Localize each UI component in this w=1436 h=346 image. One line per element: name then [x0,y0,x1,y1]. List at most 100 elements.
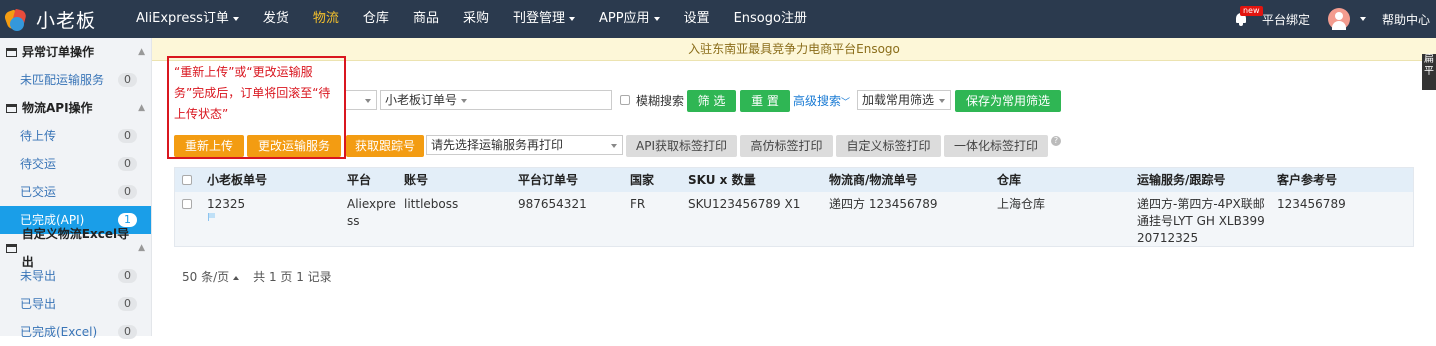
sidebar-item-exported[interactable]: 已导出 0 [0,290,151,318]
col-carrier[interactable]: 物流商/物流单号 [829,168,917,192]
nav-products[interactable]: 商品 [401,0,451,38]
sidebar-item-delivered[interactable]: 已交运 0 [0,178,151,206]
load-filter-select[interactable]: 加载常用筛选 [857,90,951,110]
flag-icon[interactable] [208,213,215,221]
table-row[interactable]: 12325 Aliexpress littleboss 987654321 FR… [175,192,1413,246]
sidebar-item-completed-excel[interactable]: 已完成(Excel) 0 [0,318,151,346]
col-order-no[interactable]: 小老板单号 [207,168,267,192]
fuzzy-search-checkbox[interactable] [620,95,630,105]
nav-apps[interactable]: APP应用 [587,0,672,38]
print-service-select[interactable]: 请先选择运输服务再打印 [426,135,623,155]
col-sku-qty[interactable]: SKU x 数量 [688,168,756,192]
cell-platform-order: 987654321 [518,197,587,211]
chevron-up-icon: ▲ [138,103,145,113]
advanced-search-link[interactable]: 高级搜索﹀ [793,92,850,109]
orders-table: 小老板单号 平台 账号 平台订单号 国家 SKU x 数量 物流商/物流单号 仓… [174,167,1414,247]
nav-warehouse[interactable]: 仓库 [351,0,401,38]
row-checkbox[interactable] [182,199,192,209]
logo-icon [3,7,30,33]
count-badge: 0 [118,157,137,171]
col-service[interactable]: 运输服务/跟踪号 [1137,168,1225,192]
count-badge: 0 [118,297,137,311]
nav-listing[interactable]: 刊登管理 [501,0,587,38]
sidebar-item-pending-upload[interactable]: 待上传 0 [0,122,151,150]
nav-logistics[interactable]: 物流 [301,0,351,38]
chevron-down-icon [461,98,468,103]
table-header: 小老板单号 平台 账号 平台订单号 国家 SKU x 数量 物流商/物流单号 仓… [175,168,1413,192]
custom-label-print-button[interactable]: 自定义标签打印 [836,135,941,157]
help-icon[interactable]: ? [1051,136,1061,146]
select-all-checkbox[interactable] [182,175,192,185]
new-badge: new [1239,6,1263,16]
sidebar-group-excel[interactable]: 自定义物流Excel导出 ▲ [0,227,151,269]
nav-settings[interactable]: 设置 [672,0,722,38]
cell-platform: Aliexpress [347,197,396,228]
chevron-up-icon: ▲ [138,243,145,253]
annotation-text: “重新上传”或“更改运输服务”完成后，订单将回滚至“待上传状态” [174,65,331,121]
logo-text: 小老板 [36,10,97,32]
reset-button[interactable]: 重 置 [740,90,790,112]
col-platform[interactable]: 平台 [347,168,371,192]
chevron-down-icon[interactable] [1359,17,1366,21]
nav-ensogo[interactable]: Ensogo注册 [722,0,819,38]
count-badge: 0 [118,129,137,143]
high-sim-label-print-button[interactable]: 高仿标签打印 [740,135,833,157]
avatar[interactable] [1327,8,1350,30]
cell-account: littleboss [404,197,459,211]
nav-aliexpress-orders[interactable]: AliExpress订单 [124,0,251,38]
chevron-down-icon [611,144,617,148]
sidebar-group-api[interactable]: 物流API操作 ▲ [0,94,151,122]
col-country[interactable]: 国家 [630,168,654,192]
change-service-button[interactable]: 更改运输服务 [247,135,341,157]
count-badge: 0 [118,325,137,339]
cell-customer-ref: 123456789 [1277,197,1346,211]
right-nav: new 平台绑定 帮助中心 [1234,0,1436,38]
sidebar-item-pending-delivery[interactable]: 待交运 0 [0,150,151,178]
bell-icon[interactable]: new [1234,6,1263,26]
nav-shipping[interactable]: 发货 [251,0,301,38]
cell-warehouse: 上海仓库 [997,197,1046,211]
col-platform-order[interactable]: 平台订单号 [518,168,578,192]
cell-country: FR [630,197,646,211]
sidebar-group-exceptions[interactable]: 异常订单操作 ▲ [0,38,151,66]
chevron-down-icon [939,99,945,103]
nav-purchase[interactable]: 采购 [451,0,501,38]
sidebar-item-unmatched-service[interactable]: 未匹配运输服务 0 [0,66,151,94]
count-badge: 0 [118,185,137,199]
logo[interactable]: 小老板 [3,6,97,33]
integrated-label-print-button[interactable]: 一体化标签打印 [944,135,1048,157]
folder-icon [6,243,17,253]
folder-icon [6,103,17,113]
col-warehouse[interactable]: 仓库 [997,168,1021,192]
api-label-print-button[interactable]: API获取标签打印 [626,135,737,157]
chevron-down-icon: ﹀ [841,98,851,108]
fuzzy-search-label: 模糊搜索 [636,94,685,108]
count-badge: 0 [118,73,137,87]
page-size-select[interactable]: 50 条/页 [182,270,229,284]
cell-carrier: 递四方 123456789 [829,197,938,211]
platform-select[interactable] [345,90,377,110]
get-tracking-button[interactable]: 获取跟踪号 [346,135,424,157]
search-button[interactable]: 筛 选 [687,90,736,112]
pagination: 50 条/页 共 1 页 1 记录 [182,268,332,285]
sidebar: 异常订单操作 ▲ 未匹配运输服务 0 物流API操作 ▲ 待上传 0 待交运 0 已交运 0… [0,38,152,339]
save-filter-button[interactable]: 保存为常用筛选 [955,90,1061,112]
side-float-tab[interactable]: 扁平 [1422,54,1436,90]
cell-sku-qty: SKU123456789 X1 [688,197,801,211]
cell-service: 递四方-第四方-4PX联邮通挂号LYT GH XLB39920712325 [1137,197,1265,245]
main-nav: AliExpress订单 发货 物流 仓库 商品 采购 刊登管理 APP应用 设… [124,0,819,38]
col-customer-ref[interactable]: 客户参考号 [1277,168,1337,192]
page-summary: 共 1 页 1 记录 [253,270,332,284]
reupload-button[interactable]: 重新上传 [174,135,244,157]
col-account[interactable]: 账号 [404,168,428,192]
help-center-link[interactable]: 帮助中心 [1382,11,1430,28]
chevron-down-icon [653,16,660,21]
cell-order-no[interactable]: 12325 [207,196,245,213]
chevron-down-icon [365,99,371,103]
top-navbar: 小老板 AliExpress订单 发货 物流 仓库 商品 采购 刊登管理 APP… [0,0,1436,38]
chevron-up-icon: ▲ [138,47,145,57]
folder-icon [6,47,17,57]
order-type-select[interactable]: 小老板订单号 [380,90,612,110]
platform-bind-link[interactable]: 平台绑定 [1262,11,1310,28]
chevron-up-icon[interactable] [233,275,240,280]
